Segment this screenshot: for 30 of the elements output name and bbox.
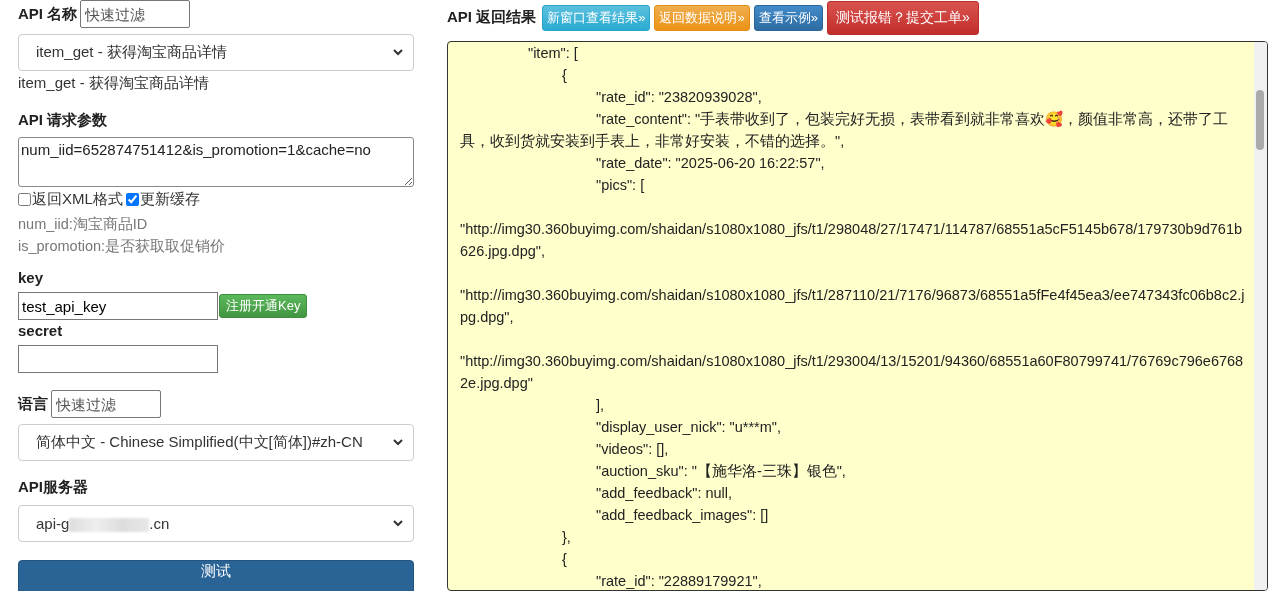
result-text: "item": [ { "rate_id": "23820939028", "rate_content": "手表带收到了，包装完好无损，表带看到就非常喜欢🥰，颜值非常高，还带了工具，收到货就安装到手表上，非常好安装，不错的选择。", "rate_date": "2025-06-20 16:22:57", "pics": [ "http://img30.360buyimg.com/shaidan/s1080x1080_jfs/t1/298048/27/17471/114787/68551a5cF5145b678/179730b9d761b626.jpg.dpg", "http://img30.360buyimg.com/shaidan/s1080x1080_jfs/t1/287110/21/7176/96873/68551a5fFe4f45ea3/ee747343fc06b8c2.jpg.dpg", "http://img30.360buyimg.com/shaidan/s1080x1080_jfs/t1/293004/13/15201/94360/68551a60F80799741/76769c796e67682e.jpg.dpg" ], "display_user_nick": "u***m", "videos": [], "auction_sku": "【施华洛-三珠】银色", "add_feedback": null, "add_feedback_images": [] }, { "rate_id": "22889179921", — [460, 44, 1245, 590]
checkbox[interactable] — [18, 193, 31, 206]
server-select[interactable]: api-g .cn — [18, 505, 414, 542]
field-label: secret — [18, 322, 64, 339]
params-field[interactable]: num_iid=652874751412&is_promotion=1&cache=no — [18, 137, 414, 187]
field-label: 语言 — [18, 394, 48, 414]
test-button[interactable]: 测试 — [18, 560, 414, 591]
help-text: num_iid:淘宝商品ID — [18, 215, 149, 234]
api-description: item_get - 获得淘宝商品详情 — [18, 74, 210, 93]
api-select[interactable]: item_get - 获得淘宝商品详情 — [18, 34, 414, 71]
field-label: API 请求参数 — [18, 111, 109, 130]
secret-field[interactable] — [18, 345, 218, 373]
filter-field[interactable]: 快速过滤 — [51, 390, 161, 418]
checkbox-label: 返回XML格式 — [32, 190, 123, 209]
checkbox[interactable] — [125, 193, 139, 206]
scrollbar[interactable] — [1254, 42, 1267, 590]
field-label: key — [18, 269, 45, 286]
key-field[interactable]: test_api_key — [18, 292, 218, 320]
chevron-down-icon — [393, 520, 403, 527]
section-title: API 返回结果 — [447, 8, 537, 27]
checkbox-label: 更新缓存 — [139, 190, 200, 209]
filter-field[interactable]: 快速过滤 — [80, 0, 191, 28]
help-text: is_promotion:是否获取取促销价 — [18, 237, 227, 256]
chevron-down-icon — [393, 49, 403, 56]
field-label: API 名称 — [18, 4, 78, 24]
action-button[interactable]: 测试报错？提交工单» — [826, 0, 979, 35]
chevron-down-icon — [393, 439, 403, 446]
field-label: API服务器 — [18, 478, 89, 497]
action-button[interactable]: 查看示例» — [753, 4, 823, 31]
language-select[interactable]: 简体中文 - Chinese Simplified(中文[简体])#zh-CN — [18, 424, 414, 461]
